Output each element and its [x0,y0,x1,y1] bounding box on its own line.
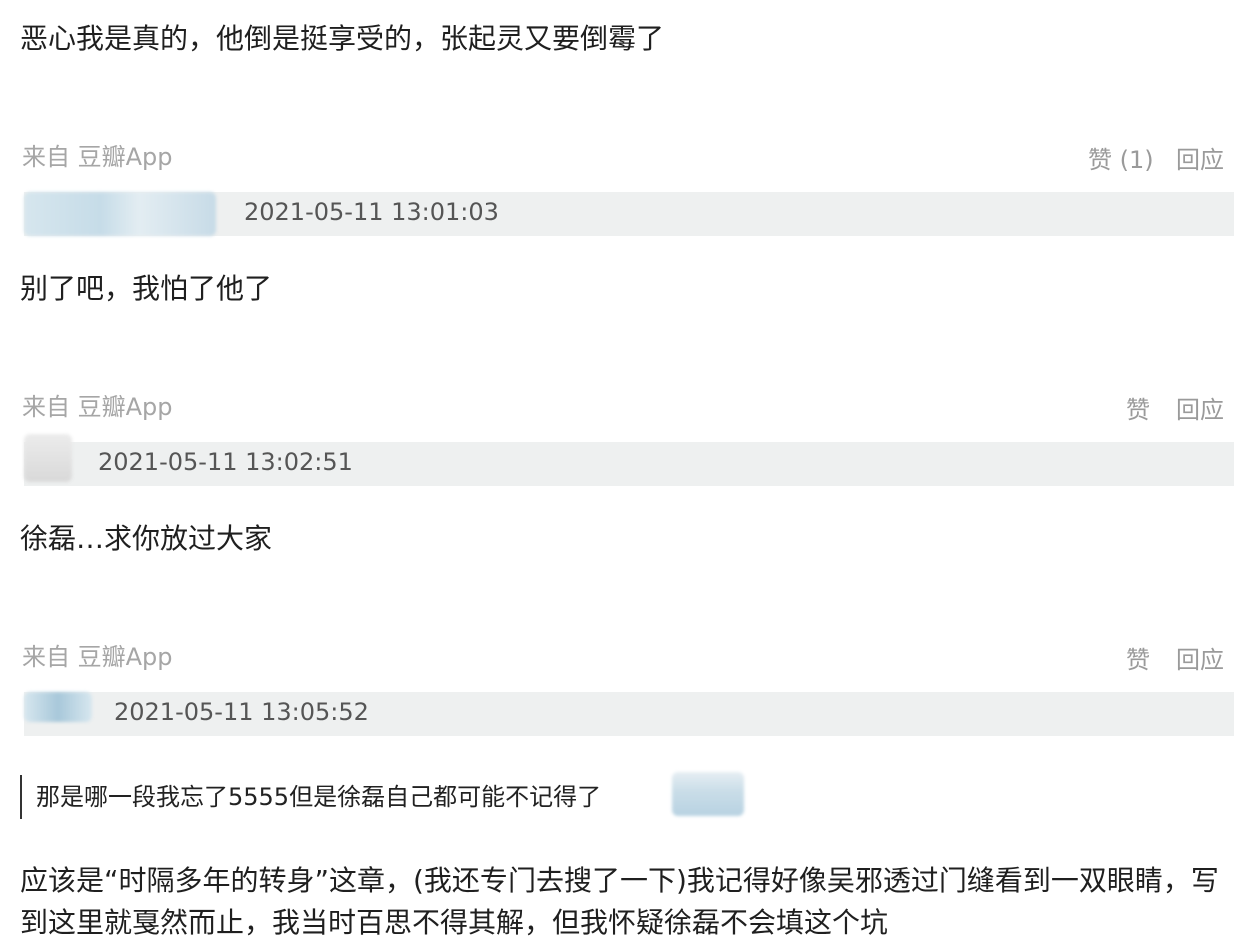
comment-text-line: 到这里就戛然而止，我当时百思不得其解，但我怀疑徐磊不会填这个坑 [20,906,889,939]
avatar-blurred [24,434,72,482]
comment-source: 来自 豆瓣App [22,643,173,671]
quoted-user-blurred [672,772,744,816]
quoted-reply: 那是哪一段我忘了5555但是徐磊自己都可能不记得了 [20,775,601,819]
avatar-blurred [24,692,92,722]
comment-meta-bar: 2021-05-11 13:01:03 [24,192,1234,236]
comment-timestamp: 2021-05-11 13:02:51 [98,448,353,476]
like-button[interactable]: 赞 [1126,640,1150,675]
comment-text: 恶心我是真的，他倒是挺享受的，张起灵又要倒霉了 [20,22,665,55]
like-button[interactable]: 赞 [1126,390,1150,425]
comment-text-line: 应该是“时隔多年的转身”这章，(我还专门去搜了一下)我记得好像吴邪透过门缝看到一… [20,864,1219,897]
reply-button[interactable]: 回应 [1176,390,1224,425]
avatar-username-blurred [24,192,216,236]
comment-meta-bar: 2021-05-11 13:02:51 [24,434,1234,486]
comment-text: 别了吧，我怕了他了 [20,272,273,305]
reply-button[interactable]: 回应 [1176,640,1224,675]
comment-timestamp: 2021-05-11 13:01:03 [244,198,499,226]
comment-text: 应该是“时隔多年的转身”这章，(我还专门去搜了一下)我记得好像吴邪透过门缝看到一… [20,860,1240,944]
like-button[interactable]: 赞 (1) [1088,140,1154,175]
comment-text: 徐磊…求你放过大家 [20,522,273,555]
comment-meta-bar: 2021-05-11 13:05:52 [24,692,1234,736]
reply-button[interactable]: 回应 [1176,140,1224,175]
comment-timestamp: 2021-05-11 13:05:52 [114,698,369,726]
comment-source: 来自 豆瓣App [22,393,173,421]
comment-source: 来自 豆瓣App [22,143,173,171]
